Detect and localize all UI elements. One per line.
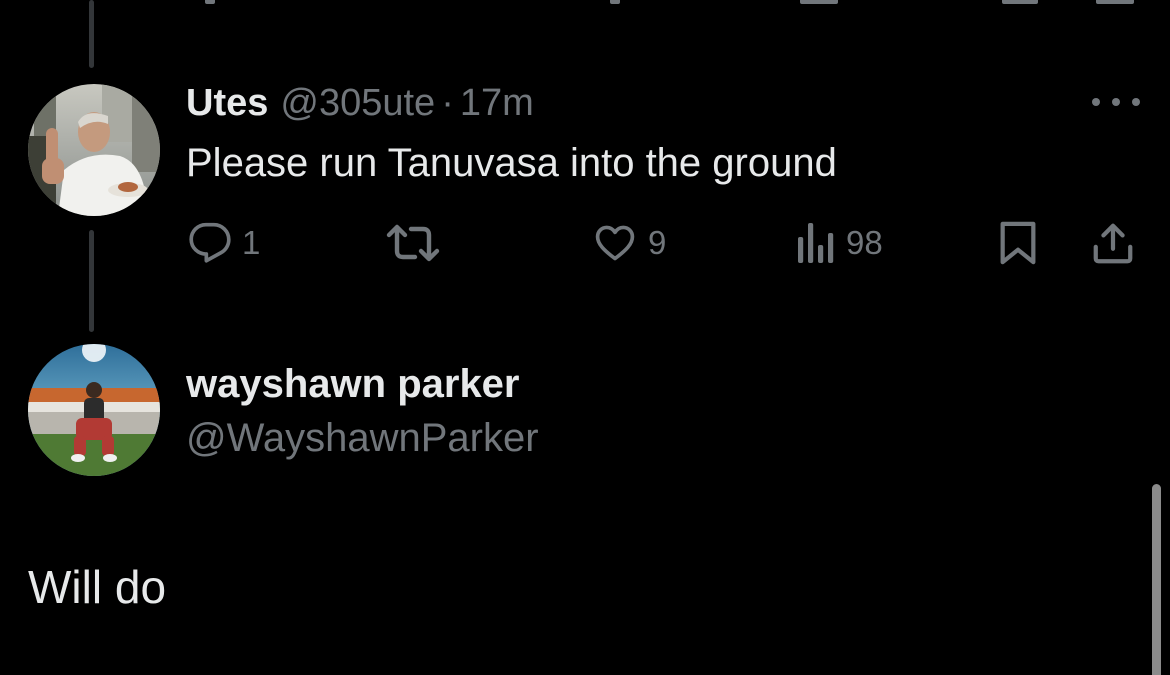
bookmark-button[interactable] (998, 220, 1038, 266)
views-icon (798, 223, 834, 263)
share-button[interactable] (1090, 220, 1136, 266)
previous-tweet-actions (0, 0, 1170, 10)
reply-text[interactable]: Will do (28, 560, 166, 614)
reply-count: 1 (242, 224, 261, 261)
tweet-text: Please run Tanuvasa into the ground (186, 141, 837, 185)
more-horizontal-icon (1092, 98, 1100, 106)
tweet-thread: Utes @305ute · 17m Please run Tanuvasa i… (0, 0, 1170, 675)
views-count: 98 (846, 224, 883, 261)
retweet-button[interactable] (386, 220, 450, 266)
avatar-utes[interactable] (28, 84, 160, 216)
tweet-header: Utes @305ute · 17m (186, 80, 534, 126)
display-name[interactable]: Utes (186, 80, 268, 126)
avatar-wayshawn-parker[interactable] (28, 344, 160, 476)
like-count: 9 (648, 224, 667, 261)
retweet-icon (386, 224, 440, 262)
reply-user-handle[interactable]: @WayshawnParker (186, 414, 539, 462)
reply-button[interactable]: 1 (188, 220, 260, 266)
scrollbar[interactable] (1152, 484, 1161, 675)
heart-icon (595, 225, 635, 261)
share-icon (1093, 223, 1133, 264)
bookmark-icon (1000, 221, 1036, 265)
reply-icon (189, 222, 231, 263)
user-handle[interactable]: @305ute (280, 80, 435, 126)
reply-display-name[interactable]: wayshawn parker (186, 360, 520, 408)
timestamp[interactable]: 17m (460, 80, 534, 126)
separator-dot: · (441, 82, 454, 124)
thread-line-top (89, 0, 94, 68)
like-button[interactable]: 9 (592, 220, 666, 266)
thread-line-middle (89, 230, 94, 332)
views-button[interactable]: 98 (796, 220, 883, 266)
more-options-button[interactable] (1092, 88, 1140, 116)
